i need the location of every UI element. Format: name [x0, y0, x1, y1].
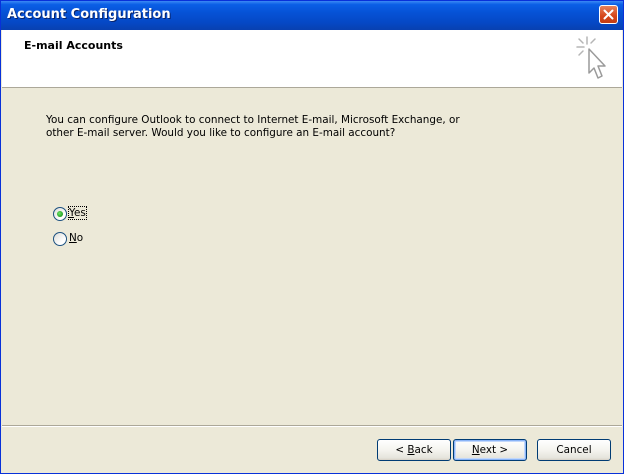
description: You can configure Outlook to connect to … [46, 114, 466, 140]
close-icon [603, 9, 614, 20]
radio-no-indicator[interactable] [53, 232, 67, 246]
account-configuration-dialog: Account Configuration E-mail Accounts Yo… [0, 0, 624, 474]
next-button[interactable]: Next > [453, 439, 527, 461]
description-line-2: other E-mail server. Would you like to c… [46, 127, 396, 139]
back-button[interactable]: < Back [377, 439, 451, 461]
footer-divider [2, 425, 622, 427]
description-line-1: You can configure Outlook to connect to … [46, 114, 460, 126]
close-button[interactable] [599, 5, 618, 24]
wizard-cursor-icon [576, 36, 606, 79]
radio-no-label[interactable]: No [69, 232, 83, 244]
window-title: Account Configuration [7, 7, 171, 22]
radio-yes-indicator[interactable] [53, 207, 67, 221]
wizard-header: E-mail Accounts [2, 30, 622, 88]
title-bar[interactable]: Account Configuration [1, 1, 623, 30]
cancel-button[interactable]: Cancel [537, 439, 611, 461]
page-title: E-mail Accounts [24, 39, 123, 52]
radio-yes-label[interactable]: Yes [68, 206, 87, 220]
